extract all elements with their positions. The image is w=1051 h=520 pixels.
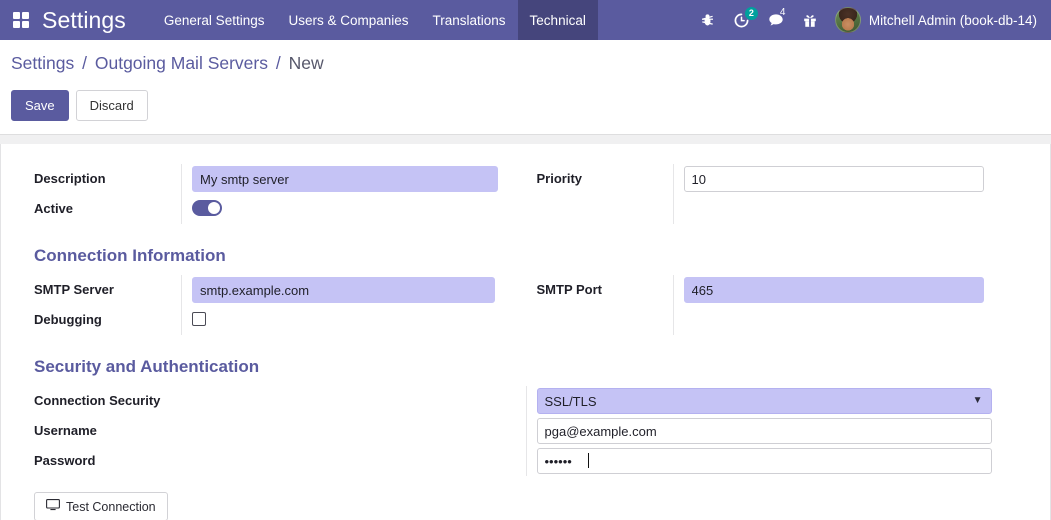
- nav-item-general-settings[interactable]: General Settings: [152, 0, 277, 40]
- text-cursor: [587, 453, 589, 468]
- control-panel: Settings / Outgoing Mail Servers / New S…: [0, 40, 1051, 121]
- form-row-description-priority: Description Priority: [23, 164, 1028, 194]
- sheet-top-divider: [0, 134, 1051, 144]
- smtp-server-label: SMTP Server: [34, 282, 114, 297]
- user-menu[interactable]: Mitchell Admin (book-db-14): [827, 7, 1037, 33]
- breadcrumb-item-new: New: [288, 53, 324, 73]
- nav-item-users-companies[interactable]: Users & Companies: [276, 0, 420, 40]
- password-label: Password: [34, 453, 96, 468]
- security-authentication-heading: Security and Authentication: [34, 357, 260, 376]
- breadcrumb-item-outgoing-mail-servers[interactable]: Outgoing Mail Servers: [95, 53, 268, 73]
- active-label: Active: [34, 201, 74, 216]
- description-input[interactable]: [192, 166, 498, 192]
- save-button[interactable]: Save: [11, 90, 69, 121]
- priority-label: Priority: [536, 171, 583, 186]
- smtp-port-input[interactable]: [683, 277, 984, 303]
- apps-menu-toggle[interactable]: [0, 0, 42, 40]
- priority-input[interactable]: [683, 166, 984, 192]
- connection-security-select[interactable]: SSL/TLS: [536, 388, 992, 414]
- app-brand-title[interactable]: Settings: [42, 0, 152, 40]
- record-actions: Save Discard: [11, 90, 1051, 121]
- debugging-label: Debugging: [34, 312, 102, 327]
- description-label: Description: [34, 171, 106, 186]
- username-label: Username: [34, 423, 97, 438]
- smtp-server-input[interactable]: [192, 277, 495, 303]
- gift-releases-icon[interactable]: [793, 0, 827, 40]
- debug-bug-icon[interactable]: [691, 0, 725, 40]
- active-toggle[interactable]: [192, 200, 222, 216]
- form-sheet: Description Priority Active: [0, 144, 1051, 520]
- breadcrumb-separator: /: [82, 53, 87, 73]
- username-input[interactable]: [536, 418, 992, 444]
- activity-counter-badge: 2: [744, 7, 758, 20]
- test-connection-button[interactable]: Test Connection: [34, 492, 168, 520]
- active-toggle-knob: [208, 202, 220, 214]
- top-navbar: Settings General Settings Users & Compan…: [0, 0, 1051, 40]
- monitor-screen-icon: [46, 499, 60, 514]
- navbar-menu-list: General Settings Users & Companies Trans…: [152, 0, 598, 40]
- test-connection-label: Test Connection: [66, 499, 156, 514]
- password-input[interactable]: [536, 448, 992, 474]
- user-avatar: [834, 7, 861, 33]
- navbar-systray: 2 4 Mitchell Admin (book-db-14): [691, 0, 1051, 40]
- form-row-password: Password: [23, 446, 1028, 476]
- apps-grid-icon: [13, 12, 29, 28]
- connection-security-label: Connection Security: [34, 393, 161, 408]
- connection-information-heading: Connection Information: [34, 246, 226, 265]
- nav-item-technical[interactable]: Technical: [517, 0, 598, 40]
- breadcrumb-item-settings[interactable]: Settings: [11, 53, 74, 73]
- form-row-username: Username: [23, 416, 1028, 446]
- user-name-label: Mitchell Admin (book-db-14): [868, 12, 1037, 28]
- messages-counter-badge: 4: [779, 7, 786, 18]
- nav-item-translations[interactable]: Translations: [421, 0, 518, 40]
- discard-button[interactable]: Discard: [75, 90, 148, 121]
- form-row-smtp-server-port: SMTP Server SMTP Port: [23, 275, 1028, 305]
- form-row-connection-security: Connection Security SSL/TLS ▼: [23, 386, 1028, 416]
- breadcrumb-separator: /: [275, 53, 281, 73]
- smtp-port-label: SMTP Port: [536, 282, 603, 297]
- form-row-active: Active: [23, 194, 1028, 224]
- messages-chat-icon[interactable]: 4: [759, 0, 793, 40]
- debugging-checkbox[interactable]: [192, 312, 206, 326]
- breadcrumb: Settings / Outgoing Mail Servers / New: [11, 53, 1051, 74]
- activity-clock-icon[interactable]: 2: [725, 0, 759, 40]
- form-row-debugging: Debugging: [23, 305, 1028, 335]
